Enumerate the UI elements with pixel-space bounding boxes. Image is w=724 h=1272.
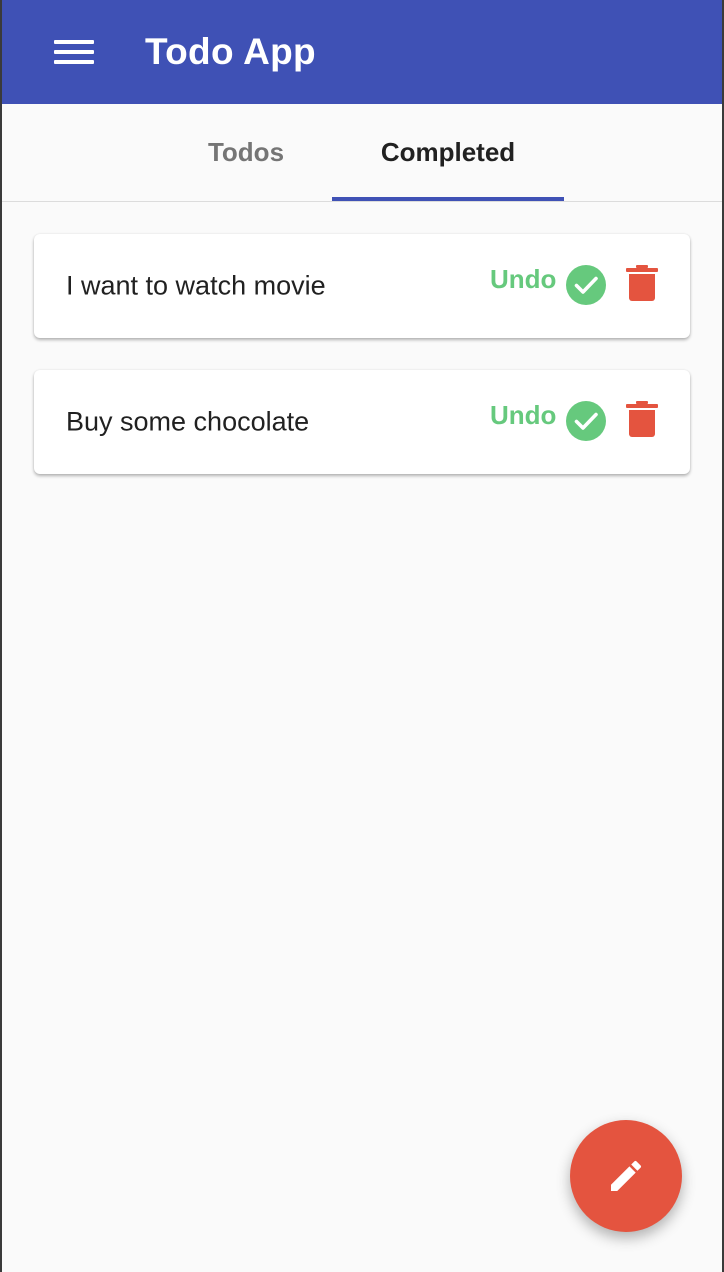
check-circle-icon[interactable] bbox=[566, 265, 606, 305]
trash-icon[interactable] bbox=[626, 265, 658, 301]
todo-text: Buy some chocolate bbox=[66, 406, 310, 437]
check-circle-icon[interactable] bbox=[566, 401, 606, 441]
tab-bar: Todos Completed bbox=[2, 104, 722, 202]
app-frame: Todo App Todos Completed I want to watch… bbox=[0, 0, 724, 1272]
todo-card: I want to watch movie Undo bbox=[34, 234, 690, 338]
add-todo-fab-button[interactable] bbox=[570, 1120, 682, 1232]
hamburger-menu-icon[interactable] bbox=[54, 37, 94, 67]
active-tab-indicator bbox=[332, 197, 564, 201]
undo-button[interactable]: Undo bbox=[490, 264, 556, 295]
todo-text: I want to watch movie bbox=[66, 270, 326, 301]
todo-card: Buy some chocolate Undo bbox=[34, 370, 690, 474]
app-bar: Todo App bbox=[2, 0, 722, 104]
tab-completed[interactable]: Completed bbox=[332, 104, 564, 200]
undo-button[interactable]: Undo bbox=[490, 400, 556, 431]
trash-icon[interactable] bbox=[626, 401, 658, 437]
tab-todos[interactable]: Todos bbox=[130, 104, 362, 200]
completed-todo-list: I want to watch movie Undo Buy some choc… bbox=[2, 202, 722, 474]
pencil-icon bbox=[611, 1160, 642, 1191]
app-title: Todo App bbox=[145, 31, 316, 72]
